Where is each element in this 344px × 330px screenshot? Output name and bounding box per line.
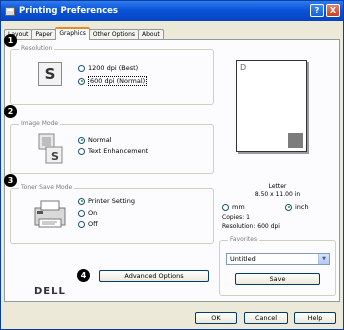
- dell-logo: DELL: [34, 286, 66, 297]
- save-button[interactable]: Save: [235, 273, 320, 285]
- step-badge-2: 2: [4, 105, 17, 118]
- chevron-down-icon[interactable]: ▼: [318, 254, 329, 264]
- help-title-button[interactable]: ?: [310, 4, 324, 17]
- advanced-options-button[interactable]: Advanced Options: [99, 270, 209, 282]
- graphics-tab-panel: Resolution S 1200 dpi (Best) 600 dpi (No…: [4, 39, 340, 302]
- preview-page-letter: D: [240, 63, 247, 72]
- radio-printer-setting-label: Printer Setting: [88, 197, 135, 205]
- printing-preferences-window: Printing Preferences ? X Layout Paper Gr…: [0, 0, 344, 330]
- favorites-selected-value: Untitled: [230, 255, 256, 263]
- radio-normal-label: Normal: [88, 136, 112, 144]
- radio-button-checked[interactable]: [78, 197, 85, 205]
- radio-normal[interactable]: Normal: [78, 136, 112, 144]
- resolution-group-label: Resolution: [19, 45, 55, 52]
- radio-mm-label: mm: [232, 203, 245, 211]
- radio-inch[interactable]: inch: [285, 203, 309, 211]
- svg-text:S: S: [51, 150, 59, 163]
- radio-button[interactable]: [78, 209, 85, 217]
- radio-button[interactable]: [78, 220, 85, 228]
- resolution-info: Resolution: 600 dpi: [222, 223, 280, 230]
- cancel-button[interactable]: Cancel: [244, 312, 288, 324]
- title-bar[interactable]: Printing Preferences ? X: [1, 1, 343, 21]
- radio-printer-setting[interactable]: Printer Setting: [78, 197, 135, 205]
- printer-icon: [33, 199, 69, 231]
- paper-name: Letter: [268, 183, 287, 190]
- favorites-group-label: Favorites: [228, 236, 260, 243]
- image-mode-icon: S: [38, 133, 64, 165]
- favorites-group: Favorites Untitled ▼ Save: [219, 236, 336, 296]
- resolution-icon: S: [38, 62, 62, 86]
- favorites-select[interactable]: Untitled ▼: [226, 253, 330, 265]
- radio-button-checked[interactable]: [78, 77, 85, 85]
- copies-info: Copies: 1: [222, 214, 250, 221]
- radio-mm[interactable]: mm: [222, 203, 245, 211]
- radio-inch-label: inch: [295, 203, 309, 211]
- radio-on[interactable]: On: [78, 209, 97, 217]
- radio-button-checked[interactable]: [285, 203, 292, 211]
- radio-button[interactable]: [78, 147, 85, 155]
- radio-button-checked[interactable]: [78, 136, 85, 144]
- tab-graphics[interactable]: Graphics: [55, 27, 90, 40]
- radio-on-label: On: [88, 209, 98, 217]
- radio-1200dpi[interactable]: 1200 dpi (Best): [78, 64, 138, 72]
- ok-button[interactable]: OK: [195, 312, 237, 324]
- radio-text-enhancement[interactable]: Text Enhancement: [78, 147, 148, 155]
- resolution-group: Resolution S 1200 dpi (Best) 600 dpi (No…: [10, 45, 214, 105]
- radio-button[interactable]: [222, 203, 229, 211]
- radio-button[interactable]: [78, 64, 85, 72]
- image-mode-group: Image Mode S Normal Text Enhancement: [10, 120, 214, 174]
- radio-600dpi[interactable]: 600 dpi (Normal): [78, 76, 148, 86]
- step-badge-3: 3: [4, 174, 17, 187]
- window-title: Printing Preferences: [19, 6, 118, 16]
- toner-save-group-label: Toner Save Mode: [19, 184, 75, 191]
- help-button[interactable]: Help: [294, 312, 336, 324]
- step-badge-1: 1: [4, 34, 17, 47]
- image-mode-group-label: Image Mode: [19, 120, 61, 127]
- close-title-button[interactable]: X: [326, 4, 340, 17]
- toner-save-group: Toner Save Mode Printer Setting On Off: [10, 184, 214, 244]
- radio-1200dpi-label: 1200 dpi (Best): [88, 64, 139, 72]
- preview-stamp: [288, 133, 303, 148]
- preview-page: D: [236, 60, 307, 152]
- radio-off[interactable]: Off: [78, 220, 98, 228]
- paper-size: 8.50 x 11.00 in: [254, 191, 301, 198]
- radio-text-enhancement-label: Text Enhancement: [88, 147, 149, 155]
- radio-off-label: Off: [88, 220, 98, 228]
- radio-600dpi-label: 600 dpi (Normal): [88, 76, 148, 86]
- printer-app-icon: [5, 6, 15, 16]
- step-badge-4: 4: [77, 269, 90, 282]
